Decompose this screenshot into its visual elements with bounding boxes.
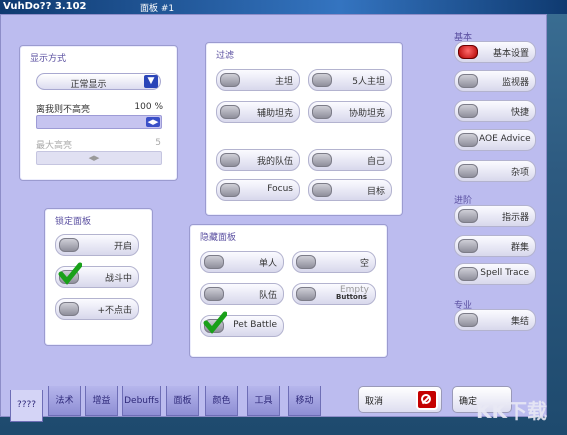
hide-party-button[interactable]: 队伍 xyxy=(200,283,284,305)
sidebar-item-gather[interactable]: 集结 xyxy=(454,309,536,331)
filter-panel: 过滤 主坦 5人主坦 辅助坦克 协助坦克 我的队伍 自己 Focus 目标 xyxy=(205,42,403,216)
hide-empty-buttons-button[interactable]: Empty Buttons xyxy=(292,283,376,305)
sidebar-item-clusters[interactable]: 群集 xyxy=(454,235,536,257)
selected-knob-icon xyxy=(458,45,478,59)
lock-panel: 锁定面板 开启 战斗中 +不点击 xyxy=(44,208,153,346)
cancel-label: 取消 xyxy=(365,397,384,407)
toggle-knob xyxy=(220,105,240,119)
lock-panel-label: 锁定面板 xyxy=(55,217,92,227)
toggle-knob xyxy=(458,209,478,223)
toggle-knob xyxy=(59,302,79,316)
toggle-knob xyxy=(312,105,332,119)
lock-in-combat-button[interactable]: 战斗中 xyxy=(55,262,139,288)
toggle-knob xyxy=(458,267,478,281)
toggle-knob xyxy=(204,287,224,301)
toggle-knob xyxy=(204,255,224,269)
display-mode-value: 正常显示 xyxy=(70,80,107,90)
sidebar-item-indicators[interactable]: 指示器 xyxy=(454,205,536,227)
highlight-slider[interactable]: ◀▶ xyxy=(36,115,162,129)
sidebar-item-monitor[interactable]: 监视器 xyxy=(454,70,536,92)
options-dialog: 显示方式 正常显示 ▼ 离我则不高亮 100 % ◀▶ 最大高亮 5 ◀▶ 过滤… xyxy=(0,14,547,417)
toggle-knob xyxy=(312,153,332,167)
tab-tools[interactable]: 工具 xyxy=(247,386,280,416)
toggle-knob xyxy=(220,153,240,167)
tab-buffs[interactable]: 增益 xyxy=(85,386,118,416)
sidebar-item-aoe-advice[interactable]: AOE Advice xyxy=(454,129,536,151)
tab-panels[interactable]: 面板 xyxy=(166,386,199,416)
sidebar-item-shortcuts[interactable]: 快捷 xyxy=(454,100,536,122)
toggle-knob xyxy=(312,183,332,197)
filter-focus-button[interactable]: Focus xyxy=(216,179,300,201)
tab-spells[interactable]: 法术 xyxy=(48,386,81,416)
slider-handle[interactable]: ◀▶ xyxy=(146,117,160,127)
filter-off-tank-button[interactable]: 辅助坦克 xyxy=(216,101,300,123)
filter-my-group-button[interactable]: 我的队伍 xyxy=(216,149,300,171)
checkmark-icon xyxy=(58,262,82,285)
max-highlight-label: 最大高亮 xyxy=(36,141,73,151)
tab-debuffs[interactable]: Debuffs xyxy=(122,386,161,416)
window-title: 面板 #1 xyxy=(140,4,175,14)
checkmark-icon xyxy=(203,311,227,334)
filter-main-tank-button[interactable]: 主坦 xyxy=(216,69,300,91)
cancel-button[interactable]: 取消 xyxy=(358,386,442,413)
tab-move[interactable]: 移动 xyxy=(288,386,321,416)
hide-panel-label: 隐藏面板 xyxy=(200,233,237,243)
lock-enable-button[interactable]: 开启 xyxy=(55,234,139,256)
toggle-knob xyxy=(296,255,316,269)
max-highlight-value: 5 xyxy=(155,138,161,148)
hide-empty-button[interactable]: 空 xyxy=(292,251,376,273)
sidebar-item-misc[interactable]: 杂项 xyxy=(454,160,536,182)
hide-pet-battle-button[interactable]: Pet Battle xyxy=(200,311,284,337)
highlight-slider-label: 离我则不高亮 xyxy=(36,105,91,115)
title-bar: VuhDo?? 3.102 面板 #1 xyxy=(0,0,567,14)
highlight-slider-value: 100 % xyxy=(134,102,163,112)
app-title: VuhDo?? 3.102 xyxy=(3,1,87,12)
lock-no-click-button[interactable]: +不点击 xyxy=(55,298,139,320)
filter-label: 过滤 xyxy=(216,51,235,61)
toggle-knob xyxy=(458,104,478,118)
toggle-knob xyxy=(312,73,332,87)
display-mode-panel: 显示方式 正常显示 ▼ 离我则不高亮 100 % ◀▶ 最大高亮 5 ◀▶ xyxy=(19,45,178,181)
max-highlight-slider[interactable]: ◀▶ xyxy=(36,151,162,165)
tab-general[interactable]: ???? xyxy=(10,390,43,422)
toggle-knob xyxy=(220,183,240,197)
filter-target-button[interactable]: 目标 xyxy=(308,179,392,201)
toggle-knob xyxy=(458,239,478,253)
toggle-knob xyxy=(458,313,478,327)
filter-self-button[interactable]: 自己 xyxy=(308,149,392,171)
sidebar-item-basic-settings[interactable]: 基本设置 xyxy=(454,41,536,63)
toggle-knob xyxy=(458,164,478,178)
tab-colors[interactable]: 颜色 xyxy=(205,386,238,416)
hide-solo-button[interactable]: 单人 xyxy=(200,251,284,273)
display-mode-dropdown[interactable]: 正常显示 ▼ xyxy=(36,73,161,90)
toggle-knob xyxy=(296,287,316,301)
display-mode-label: 显示方式 xyxy=(30,54,67,64)
watermark-logo: KK下载 xyxy=(468,393,563,423)
watermark-text: KK下载 xyxy=(476,399,547,423)
slider-handle[interactable]: ◀▶ xyxy=(87,153,101,163)
filter-5man-tank-button[interactable]: 5人主坦 xyxy=(308,69,392,91)
toggle-knob xyxy=(458,133,478,147)
toggle-knob xyxy=(458,74,478,88)
chevron-down-icon[interactable]: ▼ xyxy=(144,75,158,88)
toggle-knob xyxy=(220,73,240,87)
empty-buttons-sub-label: Buttons xyxy=(336,293,367,301)
hide-panel: 隐藏面板 单人 空 队伍 Empty Buttons Pet Battle xyxy=(189,224,388,358)
toggle-knob xyxy=(59,238,79,252)
sidebar-item-spell-trace[interactable]: Spell Trace xyxy=(454,263,536,285)
filter-assist-tank-button[interactable]: 协助坦克 xyxy=(308,101,392,123)
stop-icon xyxy=(416,389,438,410)
